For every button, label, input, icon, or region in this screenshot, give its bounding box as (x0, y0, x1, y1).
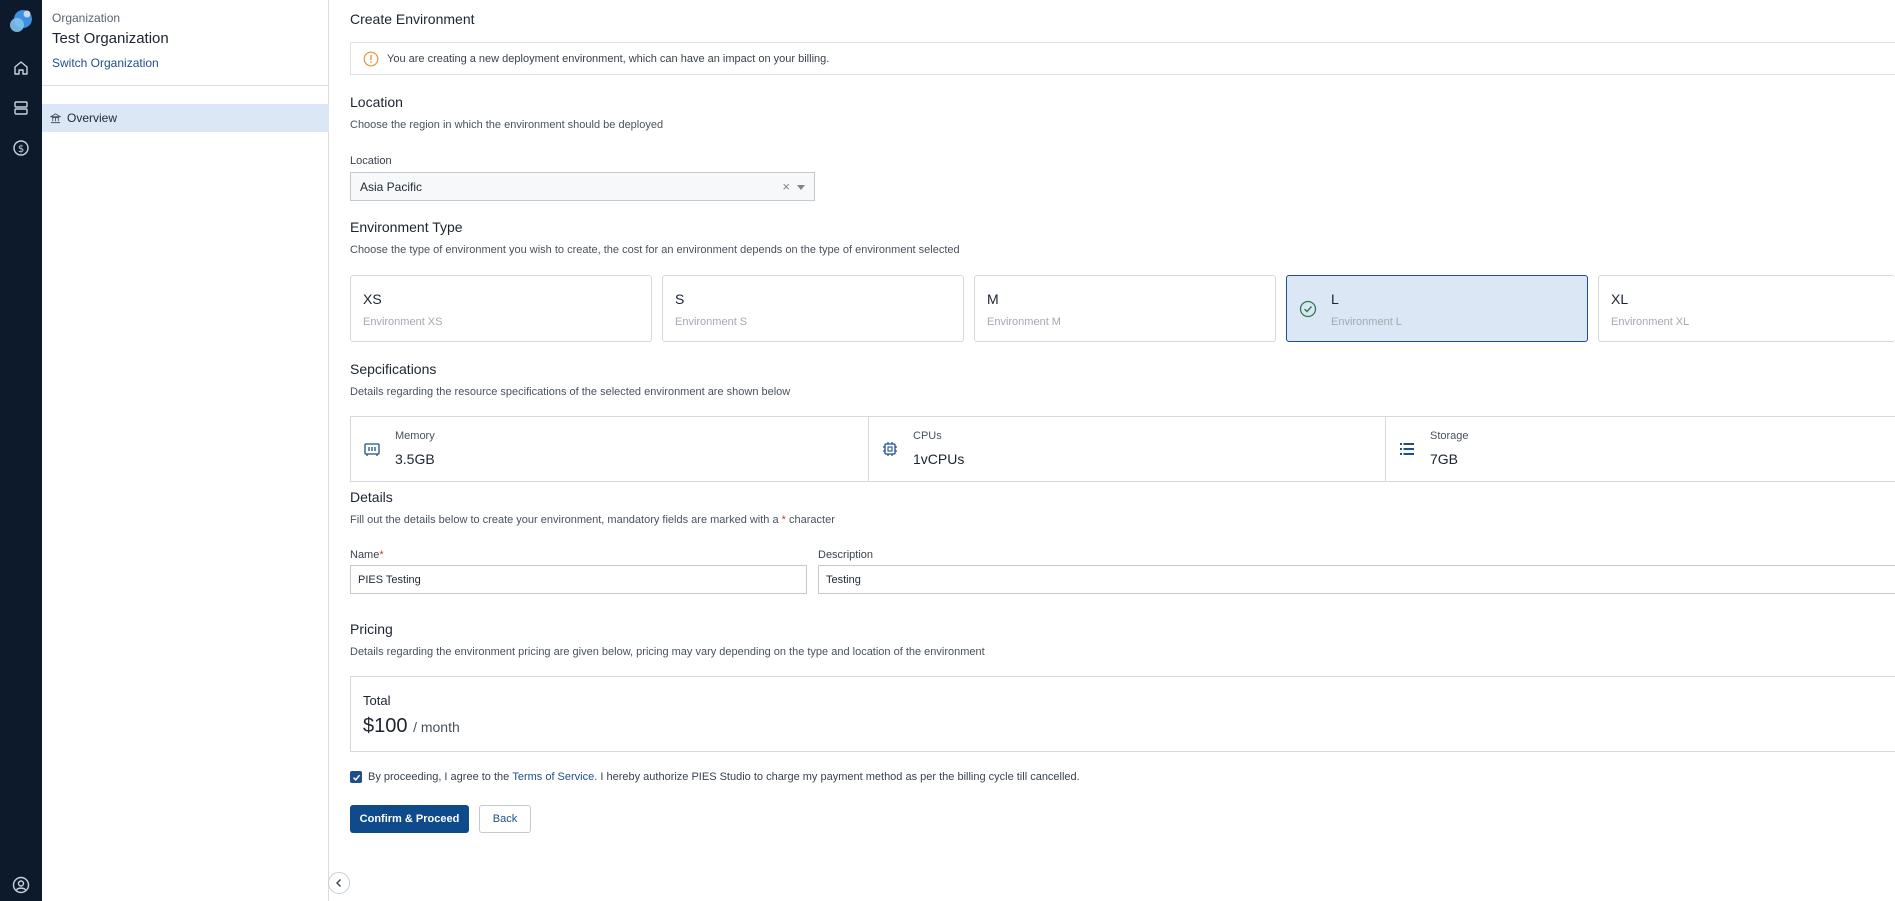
total-price: $100 (363, 715, 408, 737)
clear-selection-icon[interactable]: × (782, 179, 790, 194)
env-option-name: XS (363, 291, 382, 307)
location-section-title: Location (350, 94, 403, 110)
env-option-s[interactable]: S Environment S (662, 275, 964, 342)
location-select[interactable]: Asia Pacific × (350, 172, 815, 201)
details-desc-suffix: character (789, 514, 835, 526)
svg-text:$: $ (18, 144, 24, 155)
memory-icon (364, 443, 380, 456)
specifications-panel: Memory 3.5GB CPUs 1vCPUs Storage 7GB (350, 416, 1895, 482)
env-option-name: S (675, 291, 685, 307)
env-option-sub: Environment M (987, 316, 1061, 328)
environment-type-section-title: Environment Type (350, 219, 463, 235)
specifications-section-title: Sepcifications (350, 361, 437, 377)
name-label-text: Name (350, 549, 380, 561)
billing-icon[interactable]: $ (11, 138, 31, 158)
institution-icon (50, 112, 61, 123)
name-field[interactable]: PIES Testing (350, 565, 807, 594)
total-label: Total (363, 693, 391, 708)
pricing-section-title: Pricing (350, 621, 393, 637)
warning-icon (363, 51, 379, 66)
sidebar-item-label: Overview (67, 111, 118, 125)
location-section-desc: Choose the region in which the environme… (350, 119, 664, 131)
env-option-name: L (1331, 291, 1339, 307)
env-option-xl[interactable]: XL Environment XL (1598, 275, 1895, 342)
details-section-desc: Fill out the details below to create you… (350, 514, 835, 526)
icon-rail: $ (0, 0, 42, 901)
back-button[interactable]: Back (479, 805, 531, 833)
sidebar-item-overview[interactable]: Overview (42, 104, 329, 132)
app-logo-icon[interactable] (8, 8, 34, 34)
env-option-m[interactable]: M Environment M (974, 275, 1276, 342)
spec-cpus: CPUs 1vCPUs (869, 417, 1385, 481)
user-profile-icon[interactable] (11, 875, 31, 895)
env-option-sub: Environment L (1331, 316, 1402, 328)
main-content: Create Environment You are creating a ne… (350, 0, 1895, 901)
spec-value: 7GB (1430, 451, 1459, 467)
alert-text: You are creating a new deployment enviro… (387, 52, 830, 65)
organization-label: Organization (52, 11, 121, 25)
collapse-sidebar-button[interactable] (328, 872, 350, 894)
description-field-label: Description (818, 549, 874, 561)
details-section-title: Details (350, 489, 393, 505)
spec-storage: Storage 7GB (1386, 417, 1895, 481)
spec-label: Storage (1430, 430, 1469, 442)
agreement-suffix: . I hereby authorize PIES Studio to char… (594, 771, 1080, 783)
name-field-label: Name* (350, 549, 384, 561)
checkmark-icon (352, 774, 360, 781)
sidebar-divider (42, 85, 329, 86)
total-amount: $100 / month (363, 715, 460, 738)
billing-warning-alert: You are creating a new deployment enviro… (350, 42, 1895, 75)
env-option-name: XL (1611, 291, 1629, 307)
spec-value: 1vCPUs (913, 451, 965, 467)
env-option-sub: Environment XL (1611, 316, 1690, 328)
spec-label: CPUs (913, 430, 942, 442)
env-option-sub: Environment S (675, 316, 748, 328)
pricing-panel: Total $100 / month (350, 676, 1895, 752)
env-option-l[interactable]: L Environment L (1286, 275, 1588, 342)
confirm-proceed-button[interactable]: Confirm & Proceed (350, 805, 469, 833)
switch-organization-link[interactable]: Switch Organization (52, 56, 159, 70)
details-desc-prefix: Fill out the details below to create you… (350, 514, 779, 526)
location-select-value: Asia Pacific (360, 179, 423, 194)
chevron-down-icon[interactable] (797, 185, 805, 190)
pricing-section-desc: Details regarding the environment pricin… (350, 646, 985, 658)
terms-checkbox[interactable] (350, 771, 362, 783)
description-field[interactable]: Testing (818, 565, 1895, 594)
page-title: Create Environment (350, 11, 475, 27)
spec-memory: Memory 3.5GB (351, 417, 868, 481)
organization-name: Test Organization (52, 30, 169, 47)
cpu-icon (883, 442, 897, 456)
spec-label: Memory (395, 430, 435, 442)
billing-period: / month (413, 719, 460, 735)
terms-of-service-link[interactable]: Terms of Service (512, 771, 594, 783)
spec-value: 3.5GB (395, 451, 435, 467)
required-marker: * (781, 514, 786, 526)
terms-agreement: By proceeding, I agree to the Terms of S… (350, 771, 1080, 783)
agreement-prefix: By proceeding, I agree to the (368, 771, 510, 783)
env-option-sub: Environment XS (363, 316, 443, 328)
sidebar: Organization Test Organization Switch Or… (42, 0, 329, 901)
env-option-name: M (987, 291, 999, 307)
storage-icon (1400, 443, 1414, 455)
env-option-xs[interactable]: XS Environment XS (350, 275, 652, 342)
home-icon[interactable] (11, 58, 31, 78)
specifications-section-desc: Details regarding the resource specifica… (350, 386, 791, 398)
location-field-label: Location (350, 155, 392, 167)
chevron-left-icon (336, 879, 341, 887)
required-marker: * (379, 549, 384, 561)
check-circle-icon (1299, 300, 1317, 318)
servers-icon[interactable] (11, 98, 31, 118)
environment-type-section-desc: Choose the type of environment you wish … (350, 244, 960, 256)
